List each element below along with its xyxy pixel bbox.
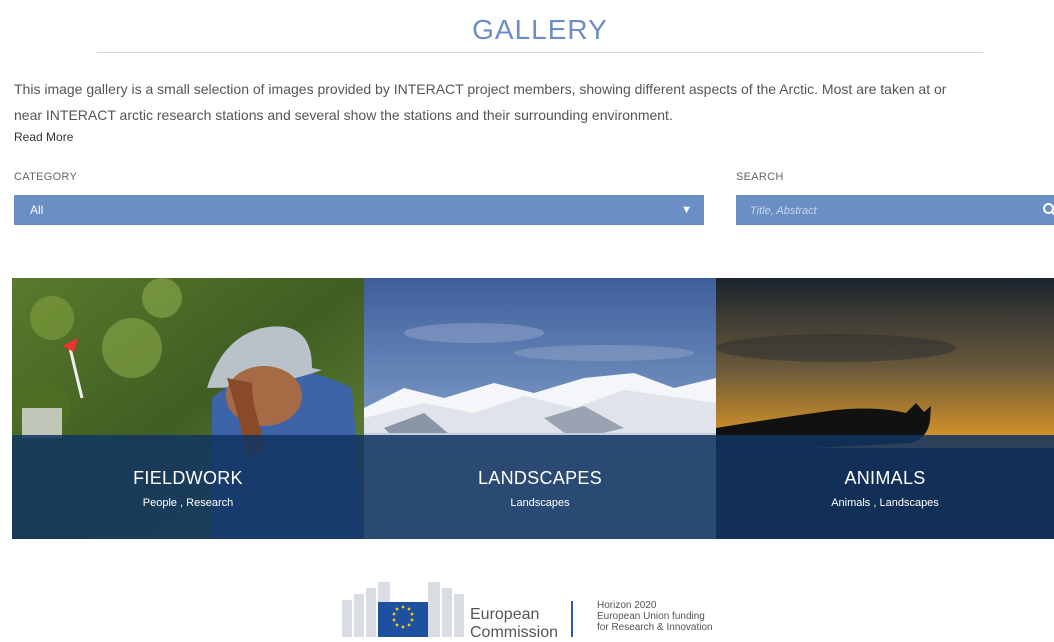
h2020-line-1: Horizon 2020 [597, 600, 657, 611]
search-icon[interactable] [1042, 202, 1054, 218]
search-label: SEARCH [736, 171, 784, 183]
tile-title: LANDSCAPES [477, 468, 603, 488]
intro-text: This image gallery is a small selection … [14, 76, 1054, 128]
h2020-line-3: for Research & Innovation [597, 622, 713, 633]
gallery-tile-fieldwork[interactable]: FIELDWORK People , Research [12, 278, 364, 539]
tile-subtitle: People , Research [142, 497, 234, 509]
title-divider [97, 52, 983, 53]
category-selected-value: All [30, 203, 44, 217]
tile-caption: LANDSCAPES Landscapes [364, 435, 716, 539]
category-select[interactable]: All ▼ [14, 195, 704, 225]
search-input[interactable] [736, 195, 1042, 227]
tile-title: FIELDWORK [133, 468, 243, 488]
tile-subtitle: Landscapes [510, 497, 570, 509]
gallery-tile-landscapes[interactable]: LANDSCAPES Landscapes [364, 278, 716, 539]
intro-line-1: This image gallery is a small selection … [14, 81, 947, 97]
ec-line-1: European [470, 606, 540, 623]
read-more-link[interactable]: Read More [14, 130, 73, 144]
h2020-line-2: European Union funding [597, 611, 705, 622]
triangle-down-icon: ▼ [681, 204, 692, 216]
gallery-tile-animals[interactable]: ANIMALS Animals , Landscapes [716, 278, 1054, 539]
category-label: CATEGORY [14, 171, 78, 183]
ec-line-2: Commission [470, 624, 559, 641]
logo-divider [571, 601, 573, 637]
tile-caption: ANIMALS Animals , Landscapes [716, 435, 1054, 539]
page-title: GALLERY [472, 14, 608, 45]
search-box [736, 195, 1054, 227]
horizon-2020-text: Horizon 2020 European Union funding for … [597, 600, 713, 633]
tile-subtitle: Animals , Landscapes [831, 497, 939, 509]
intro-line-2: near INTERACT arctic research stations a… [14, 107, 673, 123]
tile-title: ANIMALS [844, 468, 926, 488]
tile-caption: FIELDWORK People , Research [12, 435, 364, 539]
